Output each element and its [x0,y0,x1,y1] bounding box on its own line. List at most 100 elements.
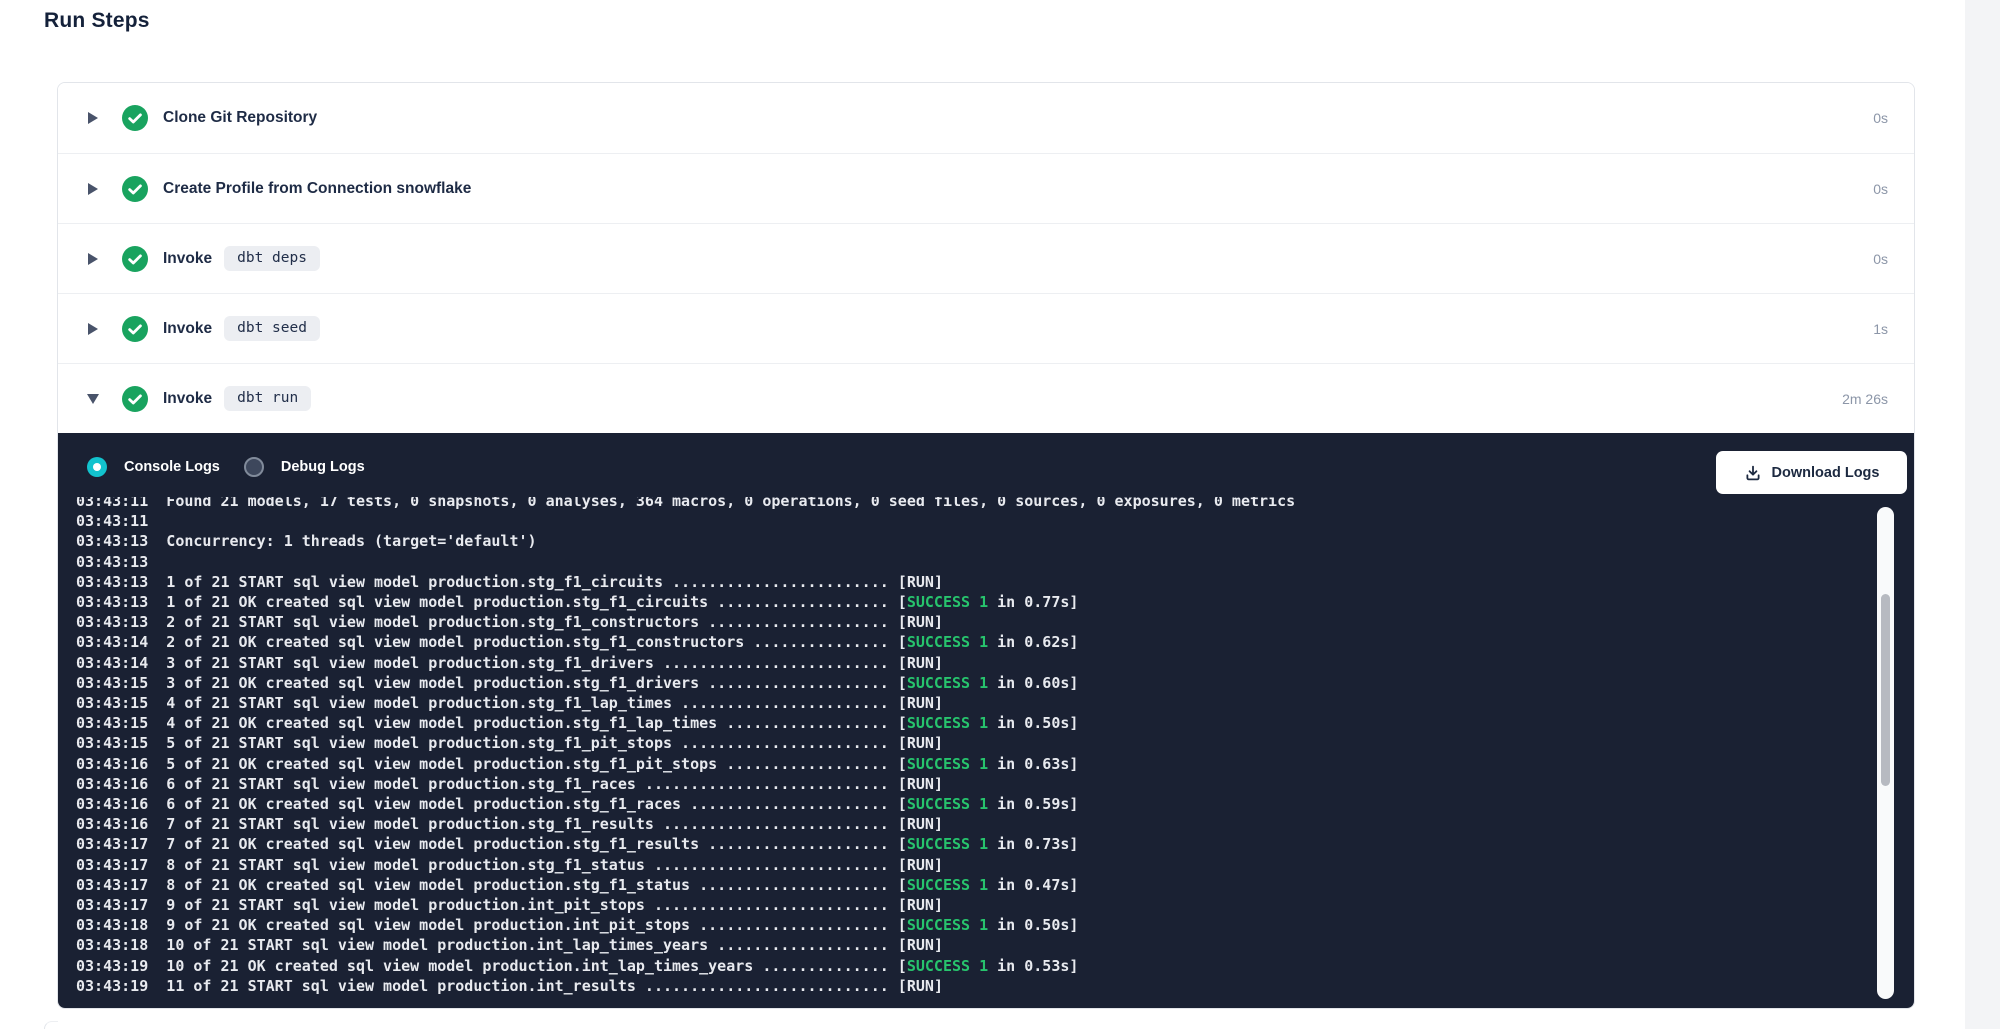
log-timestamp: 03:43:19 [76,957,148,975]
log-line: 03:43:153 of 21 OK created sql view mode… [76,673,1866,693]
run-steps-card: Clone Git Repository 0s Create Profile f… [57,82,1915,1009]
step-row[interactable]: Invoke dbt seed 1s [58,293,1914,363]
log-status: .................... [SUCCESS 1 in 0.60s… [699,674,1078,692]
log-line: 03:43:131 of 21 START sql view model pro… [76,572,1866,592]
step-row[interactable]: Invoke dbt run 2m 26s [58,363,1914,433]
log-status: ..................... [SUCCESS 1 in 0.50… [690,916,1078,934]
download-logs-button[interactable]: Download Logs [1716,451,1907,494]
log-status: ............... [SUCCESS 1 in 0.62s] [744,633,1078,651]
log-timestamp: 03:43:15 [76,734,148,752]
log-status-success: SUCCESS 1 [907,916,988,934]
log-status: ....................... [RUN] [672,694,943,712]
log-status-success: SUCCESS 1 [907,714,988,732]
next-card-top-corner [44,1021,58,1029]
log-status-text: RUN [907,775,934,793]
log-line: 03:43:18 10 of 21 START sql view model pr… [76,935,1866,955]
log-status: ........................ [RUN] [663,573,943,591]
log-message: 4 of 21 OK created sql view model produc… [166,714,717,732]
tab-debug-logs-label: Debug Logs [281,459,365,475]
log-status-text: RUN [907,936,934,954]
log-line: 03:43:178 of 21 START sql view model pro… [76,855,1866,875]
log-timestamp: 03:43:18 [76,916,148,934]
log-status: .......................... [RUN] [645,896,943,914]
log-message: 2 of 21 START sql view model production.… [166,613,699,631]
log-timestamp: 03:43:11 [76,497,148,510]
log-line: 03:43:189 of 21 OK created sql view mode… [76,915,1866,935]
step-duration: 1s [1873,321,1888,337]
log-status-success: SUCCESS 1 [907,593,988,611]
command-badge: dbt deps [224,246,320,271]
step-duration: 2m 26s [1842,391,1888,407]
log-message: 3 of 21 OK created sql view model produc… [166,674,699,692]
log-status-text: in 0.62s [997,633,1069,651]
log-line: 03:43:14 2 of 21 OK created sql view mode… [76,632,1866,652]
log-status-text: RUN [907,977,934,995]
log-line: 03:43:15 5 of 21 START sql view model pro… [76,733,1866,753]
log-status: ................... [SUCCESS 1 in 0.77s] [708,593,1078,611]
log-line: 03:43:1910 of 21 OK created sql view mod… [76,956,1866,976]
log-line: 03:43:177 of 21 OK created sql view mode… [76,834,1866,854]
log-timestamp: 03:43:13 [76,532,148,550]
log-status-text: in 0.60s [997,674,1069,692]
log-line: 03:43:154 of 21 START sql view model pro… [76,693,1866,713]
log-line: 03:43:166 of 21 START sql view model pro… [76,774,1866,794]
log-status-text: in 0.63s [997,755,1069,773]
log-status: .................. [SUCCESS 1 in 0.50s] [717,714,1078,732]
page-title: Run Steps [44,9,150,33]
download-logs-label: Download Logs [1772,465,1880,481]
log-status-text: RUN [907,734,934,752]
step-duration: 0s [1873,181,1888,197]
log-message: 7 of 21 START sql view model production.… [166,815,654,833]
log-timestamp: 03:43:13 [76,573,148,591]
log-timestamp: 03:43:11 [76,512,148,530]
chevron-down-icon[interactable] [87,394,99,404]
log-message: 6 of 21 OK created sql view model produc… [166,795,681,813]
log-scrollbar-track[interactable] [1877,507,1894,999]
log-line: 03:43:13 [76,552,1866,572]
log-panel-header: Console Logs Debug Logs Download Logs [58,433,1914,501]
step-row[interactable]: Create Profile from Connection snowflake… [58,153,1914,223]
step-row[interactable]: Clone Git Repository 0s [58,83,1914,153]
chevron-right-icon[interactable] [88,183,98,195]
log-line: 03:43:13 Concurrency: 1 threads (target='… [76,531,1866,551]
log-message: 6 of 21 START sql view model production.… [166,775,636,793]
tab-console-logs[interactable]: Console Logs [87,457,220,477]
log-line: 03:43:143 of 21 START sql view model pro… [76,653,1866,673]
success-check-icon [122,316,148,342]
log-message: 5 of 21 START sql view model production.… [166,734,672,752]
log-timestamp: 03:43:16 [76,795,148,813]
log-line: 03:43:1911 of 21 START sql view model pr… [76,976,1866,996]
chevron-right-icon[interactable] [88,253,98,265]
log-status-success: SUCCESS 1 [907,795,988,813]
radio-selected-icon [87,457,107,477]
log-status: .......................... [RUN] [645,856,943,874]
log-timestamp: 03:43:13 [76,613,148,631]
log-status-text: RUN [907,573,934,591]
log-status: ..................... [SUCCESS 1 in 0.47… [690,876,1078,894]
log-line: 03:43:179 of 21 START sql view model pro… [76,895,1866,915]
step-duration: 0s [1873,110,1888,126]
log-message: Concurrency: 1 threads (target='default'… [166,532,536,550]
log-status-success: SUCCESS 1 [907,957,988,975]
log-view[interactable]: 03:43:11Found 21 models, 17 tests, 0 sna… [76,497,1866,1002]
log-message: 11 of 21 START sql view model production… [166,977,636,995]
log-message: 3 of 21 START sql view model production.… [166,654,654,672]
log-message: 10 of 21 START sql view model production… [166,936,708,954]
chevron-right-icon[interactable] [88,112,98,124]
chevron-right-icon[interactable] [88,323,98,335]
log-message: 4 of 21 START sql view model production.… [166,694,672,712]
step-row[interactable]: Invoke dbt deps 0s [58,223,1914,293]
log-line: 03:43:178 of 21 OK created sql view mode… [76,875,1866,895]
log-status-success: SUCCESS 1 [907,876,988,894]
log-timestamp: 03:43:18 [76,936,148,954]
log-status-text: in 0.50s [997,714,1069,732]
log-timestamp: 03:43:14 [76,633,148,651]
page-right-gutter [1965,0,2000,1029]
log-status-text: RUN [907,694,934,712]
tab-debug-logs[interactable]: Debug Logs [244,457,365,477]
log-panel: Console Logs Debug Logs Download Logs 03… [58,433,1914,1008]
log-timestamp: 03:43:17 [76,876,148,894]
log-status-success: SUCCESS 1 [907,633,988,651]
log-scrollbar-thumb[interactable] [1881,594,1890,786]
log-message: 2 of 21 OK created sql view model produc… [166,633,744,651]
